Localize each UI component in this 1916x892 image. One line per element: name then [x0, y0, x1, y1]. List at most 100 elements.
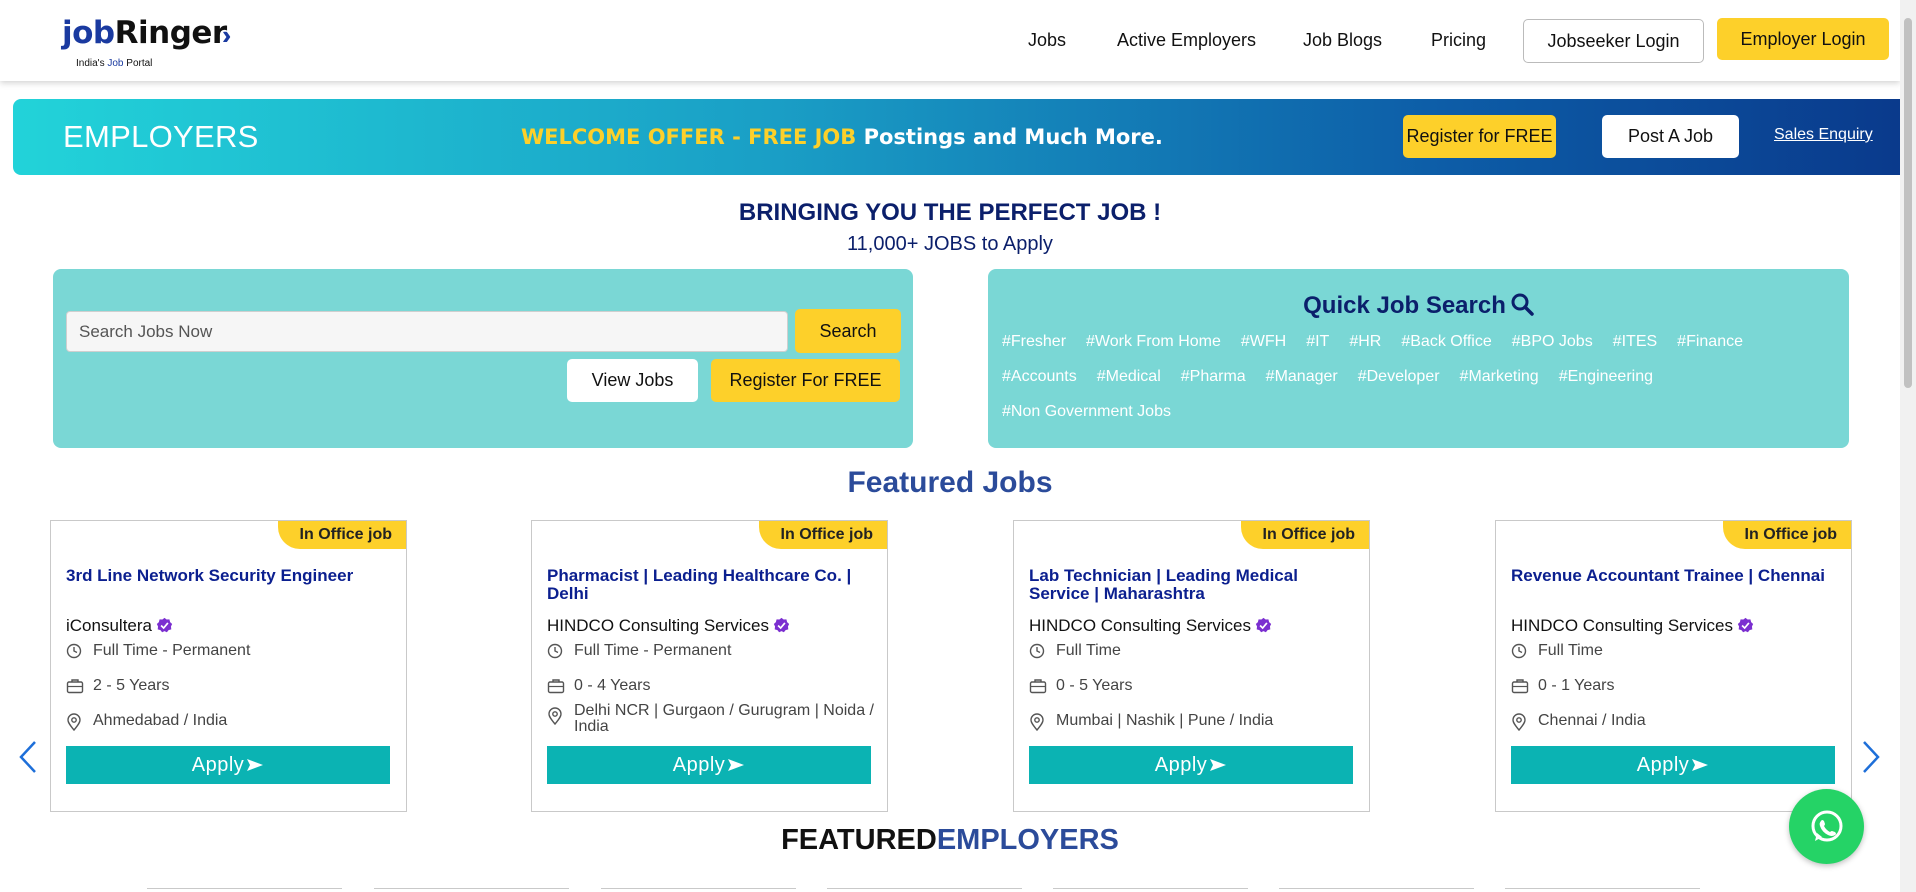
job-card[interactable]: In Office job Pharmacist | Leading Health… [531, 520, 888, 812]
job-location: Chennai / India [1511, 713, 1841, 735]
briefcase-icon [1511, 678, 1529, 698]
job-title-link[interactable]: Lab Technician | Leading Medical Service… [1029, 567, 1359, 603]
clock-icon [66, 643, 84, 663]
scrollbar-thumb[interactable] [1904, 18, 1912, 388]
quick-search-tag[interactable]: #Finance [1677, 331, 1743, 353]
chevron-right-icon[interactable] [1861, 740, 1881, 774]
employer-logo-card[interactable] [827, 888, 1022, 892]
jobseeker-login-button[interactable]: Jobseeker Login [1523, 19, 1704, 63]
quick-search-tag[interactable]: #BPO Jobs [1512, 331, 1593, 353]
quick-search-tag[interactable]: #Back Office [1401, 331, 1491, 353]
quick-search-tag[interactable]: #Marketing [1460, 366, 1539, 388]
briefcase-icon [547, 678, 565, 698]
company-name[interactable]: iConsultera [66, 616, 173, 636]
hero-title: BRINGING YOU THE PERFECT JOB ! [738, 199, 1162, 226]
experience-range: 0 - 4 Years [547, 678, 877, 698]
banner-register-button[interactable]: Register for FREE [1403, 115, 1556, 158]
hero-subtitle: 11,000+ JOBS to Apply [847, 233, 1053, 255]
quick-search-tag[interactable]: #Work From Home [1086, 331, 1221, 353]
quick-search-tag[interactable]: #Engineering [1559, 366, 1653, 388]
quick-search-tag[interactable]: #Accounts [1002, 366, 1077, 388]
verified-badge-icon [1733, 616, 1754, 635]
quick-search-tag[interactable]: #IT [1306, 331, 1329, 353]
experience-range: 0 - 1 Years [1511, 678, 1841, 698]
job-search-panel: Search View Jobs Register For FREE [53, 269, 913, 448]
company-name[interactable]: HINDCO Consulting Services [547, 616, 790, 636]
logo-wordmark: jobRinger [62, 15, 227, 51]
job-title-link[interactable]: Pharmacist | Leading Healthcare Co. | De… [547, 567, 877, 603]
apply-button[interactable]: Apply [1511, 746, 1835, 784]
sales-enquiry-link[interactable]: Sales Enquiry [1774, 126, 1873, 144]
logo-tagline: India's Job Portal [76, 58, 153, 69]
location-pin-icon [1029, 713, 1047, 735]
jobringer-logo[interactable]: jobRinger ›› India's Job Portal [62, 18, 262, 74]
apply-button[interactable]: Apply [66, 746, 390, 784]
featured-jobs-title: Featured Jobs [847, 466, 1053, 499]
employer-logo-card[interactable] [1505, 888, 1700, 892]
employment-type: Full Time [1511, 643, 1841, 663]
work-mode-badge: In Office job [277, 521, 406, 549]
quick-job-search-panel: Quick Job Search #Fresher #Work From Home… [988, 269, 1849, 448]
page: jobRinger ›› India's Job Portal Jobs Act… [0, 0, 1916, 892]
briefcase-icon [1029, 678, 1047, 698]
nav-active-employers[interactable]: Active Employers [1117, 30, 1256, 51]
job-title-link[interactable]: Revenue Accountant Trainee | Chennai [1511, 567, 1841, 585]
nav-job-blogs[interactable]: Job Blogs [1303, 30, 1382, 51]
quick-search-tag[interactable]: #ITES [1613, 331, 1657, 353]
employer-logo-card[interactable] [147, 888, 342, 892]
clock-icon [1029, 643, 1047, 663]
quick-search-tag[interactable]: #Manager [1266, 366, 1338, 388]
verified-badge-icon [152, 616, 173, 635]
banner-title: EMPLOYERS [63, 119, 259, 154]
job-location: Mumbai | Nashik | Pune / India [1029, 713, 1359, 735]
search-input[interactable] [66, 311, 788, 352]
job-card[interactable]: In Office job 3rd Line Network Security E… [50, 520, 407, 812]
register-free-button[interactable]: Register For FREE [711, 359, 900, 402]
chevron-left-icon[interactable] [18, 740, 38, 774]
verified-badge-icon [1251, 616, 1272, 635]
employer-logo-card[interactable] [601, 888, 796, 892]
employment-type: Full Time - Permanent [66, 643, 396, 663]
clock-icon [547, 643, 565, 663]
search-icon [1511, 293, 1534, 316]
welcome-offer-text: WELCOME OFFER - FREE JOB Postings and Mu… [521, 125, 1163, 149]
quick-search-tag[interactable]: #WFH [1241, 331, 1286, 353]
employers-banner: EMPLOYERS WELCOME OFFER - FREE JOB Posti… [13, 99, 1900, 175]
page-scrollbar[interactable] [1900, 0, 1916, 892]
search-button[interactable]: Search [795, 309, 901, 353]
job-card[interactable]: In Office job Revenue Accountant Trainee … [1495, 520, 1852, 812]
work-mode-badge: In Office job [758, 521, 887, 549]
company-name[interactable]: HINDCO Consulting Services [1511, 616, 1754, 636]
whatsapp-icon [1811, 810, 1842, 841]
employer-login-button[interactable]: Employer Login [1717, 18, 1889, 60]
employer-logo-card[interactable] [1279, 888, 1474, 892]
location-pin-icon [1511, 713, 1529, 735]
quick-search-tag[interactable]: #Pharma [1181, 366, 1246, 388]
job-card[interactable]: In Office job Lab Technician | Leading Me… [1013, 520, 1370, 812]
site-header: jobRinger ›› India's Job Portal Jobs Act… [0, 0, 1900, 81]
employer-logo-card[interactable] [1053, 888, 1248, 892]
nav-jobs[interactable]: Jobs [1028, 30, 1066, 51]
work-mode-badge: In Office job [1722, 521, 1851, 549]
quick-search-tag[interactable]: #Medical [1097, 366, 1161, 388]
employer-logo-card[interactable] [374, 888, 569, 892]
apply-button[interactable]: Apply [1029, 746, 1353, 784]
whatsapp-chat-button[interactable] [1789, 789, 1864, 864]
briefcase-icon [66, 678, 84, 698]
send-arrow-icon [728, 759, 745, 771]
view-jobs-button[interactable]: View Jobs [567, 359, 698, 402]
quick-search-tag[interactable]: #Developer [1358, 366, 1440, 388]
quick-search-tag[interactable]: #HR [1349, 331, 1381, 353]
apply-button[interactable]: Apply [547, 746, 871, 784]
job-title-link[interactable]: 3rd Line Network Security Engineer [66, 567, 396, 585]
send-arrow-icon [247, 759, 264, 771]
quick-search-title: Quick Job Search [988, 292, 1849, 320]
company-name[interactable]: HINDCO Consulting Services [1029, 616, 1272, 636]
quick-search-tag[interactable]: #Non Government Jobs [1002, 401, 1171, 423]
logo-arrows-icon: ›› [222, 20, 234, 50]
send-arrow-icon [1210, 759, 1227, 771]
job-location: Delhi NCR | Gurgaon / Gurugram | Noida /… [547, 703, 877, 735]
nav-pricing[interactable]: Pricing [1431, 30, 1486, 51]
quick-search-tag[interactable]: #Fresher [1002, 331, 1066, 353]
post-job-button[interactable]: Post A Job [1602, 115, 1739, 158]
